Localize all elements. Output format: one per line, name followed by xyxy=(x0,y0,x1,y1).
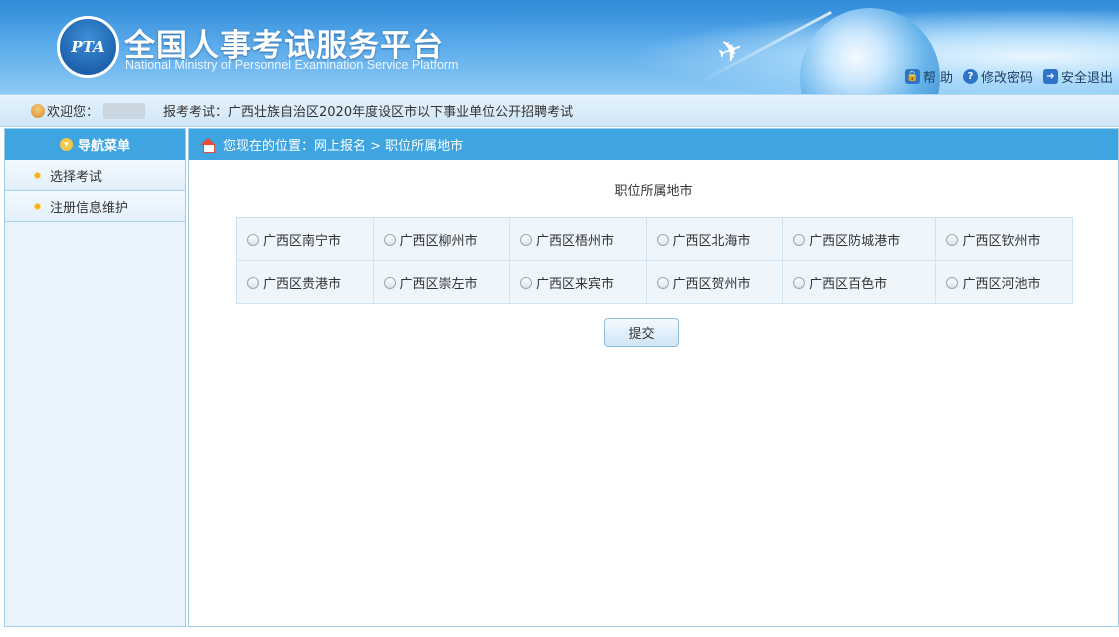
pta-logo: PTA xyxy=(57,16,119,78)
city-label: 广西区柳州市 xyxy=(399,233,478,249)
city-option-baise[interactable]: 广西区百色市 xyxy=(782,260,937,304)
sidebar: ▾ 导航菜单 选择考试 注册信息维护 xyxy=(4,128,186,627)
radio-button[interactable] xyxy=(946,233,959,246)
radio-button[interactable] xyxy=(793,233,806,246)
city-option-laibin[interactable]: 广西区来宾市 xyxy=(509,260,647,304)
radio-button[interactable] xyxy=(247,233,259,246)
city-label: 广西区贵港市 xyxy=(263,276,342,292)
sidebar-item-select-exam[interactable]: 选择考试 xyxy=(5,160,185,191)
city-option-qinzhou[interactable]: 广西区钦州市 xyxy=(935,217,1073,261)
help-link[interactable]: 🔒 帮 助 xyxy=(904,67,953,86)
welcome-greeting: 欢迎您： xyxy=(47,105,100,120)
home-icon xyxy=(200,137,216,153)
breadcrumb: 您现在的位置：网上报名 > 职位所属地市 xyxy=(189,129,1118,160)
radio-button[interactable] xyxy=(656,276,669,289)
city-option-hezhou[interactable]: 广西区贺州市 xyxy=(645,260,784,304)
key-icon: ? xyxy=(962,69,978,84)
radio-button[interactable] xyxy=(946,276,959,289)
city-option-hechi[interactable]: 广西区河池市 xyxy=(935,260,1073,304)
bullet-icon xyxy=(35,203,40,209)
logout-icon: ➜ xyxy=(1042,69,1058,84)
username-redacted xyxy=(103,102,146,119)
city-option-beihai[interactable]: 广西区北海市 xyxy=(645,217,784,261)
logout-label: 安全退出 xyxy=(1060,71,1113,86)
breadcrumb-text: 您现在的位置：网上报名 > 职位所属地市 xyxy=(223,139,464,154)
radio-button[interactable] xyxy=(793,276,806,289)
current-exam-label: 报考考试：广西壮族自治区2020年度设区市以下事业单位公开招聘考试 xyxy=(163,105,574,120)
page-title: 职位所属地市 xyxy=(614,184,693,199)
city-label: 广西区河池市 xyxy=(962,276,1041,292)
chevron-down-icon: ▾ xyxy=(59,138,73,151)
city-label: 广西区贺州市 xyxy=(672,276,751,292)
sidebar-item-registration-info[interactable]: 注册信息维护 xyxy=(5,191,185,222)
city-label: 广西区百色市 xyxy=(809,276,888,292)
city-option-wuzhou[interactable]: 广西区梧州市 xyxy=(509,217,647,261)
radio-button[interactable] xyxy=(656,233,669,246)
radio-button[interactable] xyxy=(520,276,533,289)
sidebar-item-label: 选择考试 xyxy=(50,169,103,185)
city-option-nanning[interactable]: 广西区南宁市 xyxy=(236,217,374,261)
main-panel: 您现在的位置：网上报名 > 职位所属地市 职位所属地市 广西区南宁市 广西区柳州… xyxy=(188,128,1119,627)
help-link-label: 帮 助 xyxy=(922,71,953,86)
site-header: ✈ PTA 全国人事考试服务平台 National Ministry of Pe… xyxy=(0,0,1119,94)
user-icon xyxy=(31,103,45,118)
city-label: 广西区梧州市 xyxy=(536,233,615,249)
change-password-label: 修改密码 xyxy=(980,71,1033,86)
bullet-icon xyxy=(35,172,40,178)
sidebar-title: 导航菜单 xyxy=(77,139,130,154)
radio-button[interactable] xyxy=(383,233,396,246)
radio-button[interactable] xyxy=(383,276,396,289)
city-label: 广西区钦州市 xyxy=(962,233,1041,249)
city-label: 广西区崇左市 xyxy=(399,276,478,292)
help-icon: 🔒 xyxy=(904,69,920,84)
sidebar-header: ▾ 导航菜单 xyxy=(5,129,185,160)
site-subtitle: National Ministry of Personnel Examinati… xyxy=(125,58,459,72)
sidebar-item-label: 注册信息维护 xyxy=(50,200,129,216)
logout-link[interactable]: ➜ 安全退出 xyxy=(1042,67,1113,86)
city-label: 广西区北海市 xyxy=(672,233,751,249)
table-row: 广西区南宁市 广西区柳州市 广西区梧州市 广西区北海市 广西区防城港市 广西区钦… xyxy=(236,217,1073,261)
table-row: 广西区贵港市 广西区崇左市 广西区来宾市 广西区贺州市 广西区百色市 广西区河池… xyxy=(236,260,1073,304)
city-label: 广西区防城港市 xyxy=(809,233,901,249)
submit-button[interactable]: 提交 xyxy=(604,318,679,347)
city-option-fangchenggang[interactable]: 广西区防城港市 xyxy=(782,217,937,261)
change-password-link[interactable]: ? 修改密码 xyxy=(962,67,1033,86)
city-options-table: 广西区南宁市 广西区柳州市 广西区梧州市 广西区北海市 广西区防城港市 广西区钦… xyxy=(236,217,1073,304)
city-option-chongzuo[interactable]: 广西区崇左市 xyxy=(372,260,511,304)
city-label: 广西区来宾市 xyxy=(536,276,615,292)
radio-button[interactable] xyxy=(247,276,259,289)
city-option-guigang[interactable]: 广西区贵港市 xyxy=(236,260,374,304)
welcome-bar: 欢迎您： 报考考试：广西壮族自治区2020年度设区市以下事业单位公开招聘考试 xyxy=(0,94,1119,127)
header-links: 🔒 帮 助 ? 修改密码 ➜ 安全退出 xyxy=(904,67,1113,86)
city-option-liuzhou[interactable]: 广西区柳州市 xyxy=(372,217,511,261)
radio-button[interactable] xyxy=(520,233,533,246)
city-label: 广西区南宁市 xyxy=(263,233,342,249)
